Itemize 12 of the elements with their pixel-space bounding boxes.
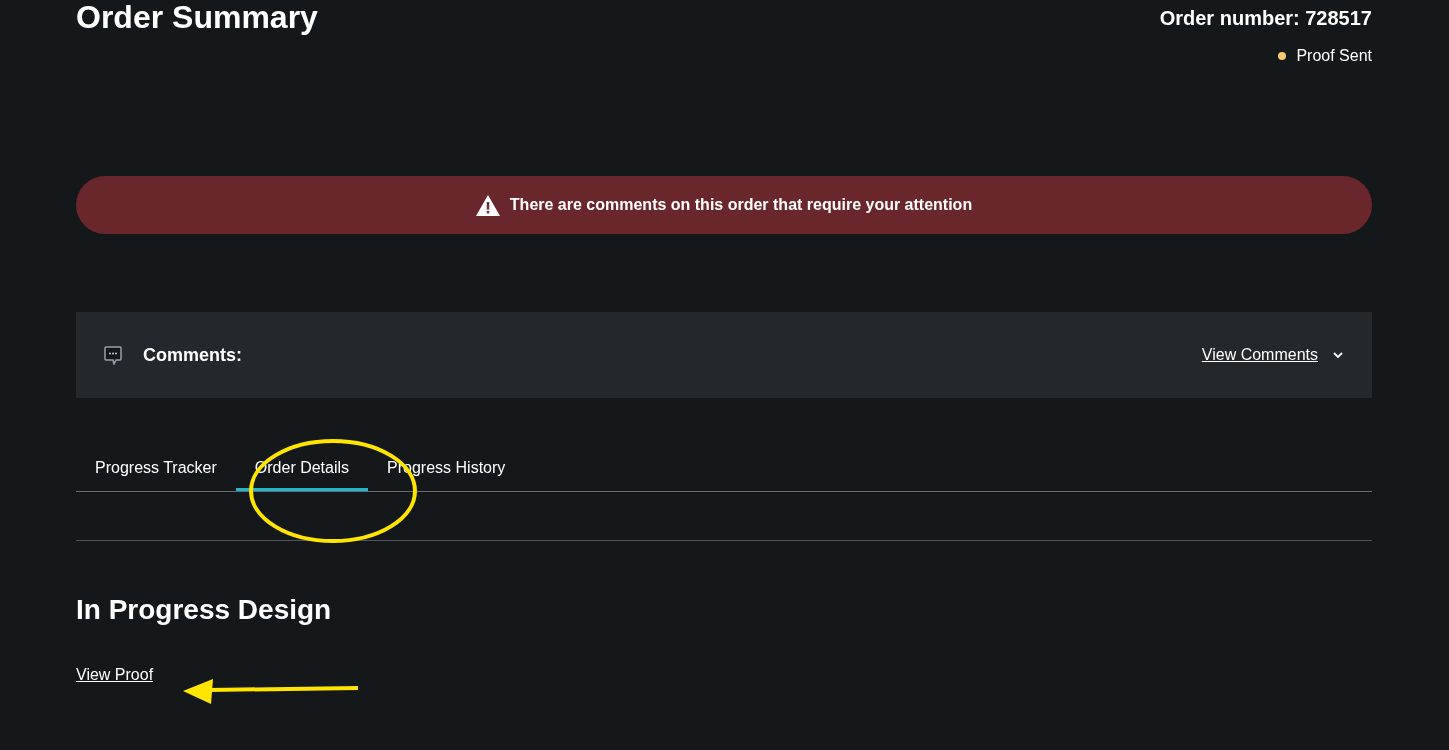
view-comments-link[interactable]: View Comments — [1201, 343, 1318, 367]
warning-icon — [475, 194, 500, 216]
alert-message: There are comments on this order that require your attention — [509, 195, 973, 215]
comments-label: Comments: — [143, 343, 242, 367]
section-heading: In Progress Design — [76, 593, 333, 627]
view-proof-link[interactable]: View Proof — [76, 663, 154, 687]
order-status: Proof Sent — [1296, 46, 1372, 66]
tab[interactable]: Progress Tracker — [76, 446, 236, 491]
order-number: Order number: 728517 — [1159, 6, 1372, 30]
page-title: Order Summary — [76, 0, 318, 34]
chevron-down-icon[interactable] — [1332, 351, 1344, 359]
comment-icon — [104, 345, 122, 365]
